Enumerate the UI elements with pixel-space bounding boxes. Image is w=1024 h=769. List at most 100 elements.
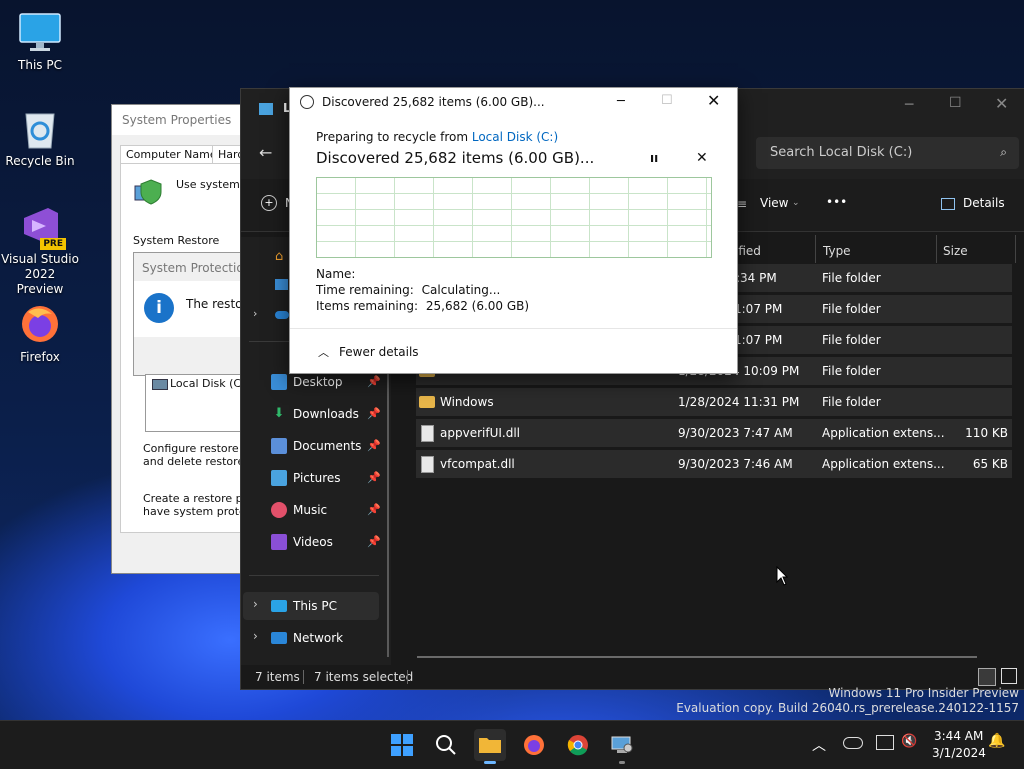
nav-item-documents[interactable]: Documents 📌 <box>271 432 381 460</box>
selected-count: 7 items selected <box>314 670 414 684</box>
volume-muted-icon[interactable]: 🔇 <box>901 734 917 749</box>
dialog-title-bar: Discovered 25,682 items (6.00 GB)... ─ ☐… <box>290 88 737 116</box>
table-row[interactable]: Windows 1/28/2024 11:31 PM File folder <box>416 388 1012 416</box>
tiles-view-icon[interactable] <box>1001 668 1017 684</box>
search-box[interactable]: Search Local Disk (C:) ⌕ <box>756 137 1019 169</box>
new-plus-icon[interactable]: + <box>261 195 277 211</box>
delete-progress-dialog: Discovered 25,682 items (6.00 GB)... ─ ☐… <box>289 87 738 374</box>
column-header-date-modified[interactable]: ified <box>735 239 761 263</box>
maximize-icon[interactable]: ☐ <box>949 95 962 111</box>
firefox-icon <box>524 735 544 755</box>
fewer-details-button[interactable]: ︿ Fewer details <box>318 344 419 360</box>
time-remaining-label: Time remaining: <box>316 283 414 297</box>
row-type: File folder <box>822 302 881 316</box>
close-icon[interactable]: ✕ <box>707 91 720 110</box>
nav-item-music[interactable]: Music 📌 <box>271 496 381 524</box>
items-remaining-value: 25,682 (6.00 GB) <box>425 299 530 313</box>
folder-icon <box>479 738 501 753</box>
horizontal-scrollbar[interactable] <box>417 656 977 658</box>
table-row[interactable]: appverifUI.dll 9/30/2023 7:47 AM Applica… <box>416 419 1012 447</box>
tab-computer-name[interactable]: Computer Name <box>120 145 223 164</box>
close-icon[interactable]: ✕ <box>995 94 1008 113</box>
clock-time[interactable]: 3:44 AM <box>934 729 983 743</box>
visual-studio-icon: PRE <box>18 204 66 250</box>
nav-item-network[interactable]: Network <box>271 624 343 652</box>
desktop-icon-firefox[interactable]: Firefox <box>0 302 80 365</box>
home-icon[interactable]: ⌂ <box>275 249 283 264</box>
notification-bell-icon[interactable]: 🔔 <box>988 733 1005 749</box>
column-divider[interactable] <box>936 235 937 263</box>
nav-item-videos[interactable]: Videos 📌 <box>271 528 381 556</box>
tab-panel: Use system pr System Restore System Prot… <box>120 163 261 533</box>
pin-icon[interactable]: 📌 <box>367 400 381 428</box>
desktop-icon-visual-studio[interactable]: PRE Visual Studio 2022 Preview <box>0 204 80 297</box>
file-explorer-taskbar-button[interactable] <box>474 729 506 764</box>
minimize-icon[interactable]: ─ <box>905 97 913 113</box>
pin-icon[interactable]: 📌 <box>367 496 381 524</box>
pin-icon[interactable]: 📌 <box>367 464 381 492</box>
pin-icon[interactable]: 📌 <box>367 432 381 460</box>
music-icon <box>271 502 287 518</box>
start-button[interactable] <box>386 729 418 761</box>
firefox-icon <box>18 302 62 346</box>
expand-chevron-icon[interactable]: › <box>253 597 258 611</box>
column-header-type[interactable]: Type <box>823 239 851 263</box>
shield-computer-icon <box>133 178 163 208</box>
firefox-taskbar-button[interactable] <box>518 729 550 761</box>
expand-chevron-icon[interactable]: › <box>253 629 258 643</box>
desktop-icon-this-pc[interactable]: This PC <box>0 10 80 73</box>
nav-item-pictures[interactable]: Pictures 📌 <box>271 464 381 492</box>
name-label: Name: <box>316 267 356 281</box>
more-options-button[interactable]: ••• <box>826 195 847 209</box>
gallery-icon[interactable] <box>275 279 288 290</box>
row-name: Windows <box>440 395 494 409</box>
cancel-button[interactable]: ✕ <box>696 150 708 166</box>
cloud-offline-icon[interactable] <box>843 737 863 749</box>
drive-item-label[interactable]: Local Disk (C:) <box>170 377 249 390</box>
chevron-up-icon: ︿ <box>318 346 329 359</box>
system-properties-taskbar-button[interactable] <box>606 729 638 764</box>
pre-badge: PRE <box>40 238 66 250</box>
row-type: File folder <box>822 333 881 347</box>
clock-date[interactable]: 3/1/2024 <box>932 746 986 760</box>
drive-icon <box>152 379 168 390</box>
row-date: 9/30/2023 7:47 AM <box>678 426 793 440</box>
details-button[interactable]: Details <box>963 196 1005 210</box>
column-header-size[interactable]: Size <box>943 239 968 263</box>
nav-divider <box>249 575 379 576</box>
search-button[interactable] <box>430 729 462 761</box>
row-type: File folder <box>822 271 881 285</box>
source-link[interactable]: Local Disk (C:) <box>472 130 558 144</box>
pause-button[interactable]: ıı <box>650 151 658 165</box>
search-placeholder: Search Local Disk (C:) <box>770 145 913 160</box>
row-date: 1:07 PM <box>734 302 783 316</box>
desktop-icon-recycle-bin[interactable]: Recycle Bin <box>0 106 80 169</box>
progress-heading: Discovered 25,682 items (6.00 GB)... <box>316 149 595 167</box>
column-divider[interactable] <box>1015 235 1016 263</box>
chrome-taskbar-button[interactable] <box>562 729 594 761</box>
view-button[interactable]: View <box>760 196 788 210</box>
pin-icon[interactable]: 📌 <box>367 528 381 556</box>
recycle-bin-icon <box>18 106 62 150</box>
column-divider[interactable] <box>815 235 816 263</box>
back-arrow-icon[interactable]: ← <box>259 143 272 162</box>
chevron-down-icon: ⌄ <box>792 198 800 208</box>
folder-icon <box>419 396 435 408</box>
network-icon <box>271 632 287 644</box>
nav-item-this-pc[interactable]: This PC <box>271 592 337 620</box>
expand-chevron-icon[interactable]: › <box>253 307 257 320</box>
status-divider <box>407 670 408 684</box>
network-icon[interactable] <box>876 735 894 750</box>
videos-icon <box>271 534 287 550</box>
table-row[interactable]: vfcompat.dll 9/30/2023 7:46 AM Applicati… <box>416 450 1012 478</box>
nav-item-label: Downloads <box>293 407 359 421</box>
onedrive-icon[interactable] <box>275 311 289 319</box>
watermark-line-2: Evaluation copy. Build 26040.rs_prerelea… <box>676 701 1019 715</box>
chevron-up-icon[interactable]: ︿ <box>812 735 826 755</box>
window-title: System Properties <box>112 105 252 135</box>
minimize-icon[interactable]: ─ <box>617 94 625 109</box>
details-view-icon[interactable] <box>978 668 996 686</box>
nav-item-label: This PC <box>293 599 337 613</box>
download-arrow-icon: ⬇ <box>273 406 285 421</box>
nav-item-downloads[interactable]: ⬇ Downloads 📌 <box>271 400 381 428</box>
